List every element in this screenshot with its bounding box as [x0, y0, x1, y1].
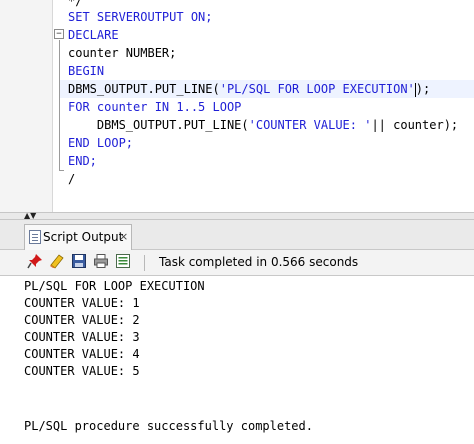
code-line-counter-declaration: counter NUMBER;: [68, 44, 176, 62]
panel-splitter[interactable]: ▲▼: [0, 212, 474, 220]
code-text: END LOOP;: [68, 136, 134, 150]
task-status-text: Task completed in 0.566 seconds: [159, 255, 359, 269]
code-line-end-loop: END LOOP;: [68, 134, 133, 152]
export-button[interactable]: [114, 253, 132, 271]
code-string-literal: 'COUNTER VALUE: ': [248, 118, 372, 132]
save-icon: [72, 254, 86, 268]
splitter-arrows-icon[interactable]: ▲▼: [24, 212, 36, 220]
export-icon: [116, 254, 130, 268]
output-line: COUNTER VALUE: 2: [24, 313, 140, 327]
code-text: FOR counter IN 1..5 LOOP: [68, 100, 242, 114]
print-icon: [94, 254, 108, 268]
clear-output-button[interactable]: [48, 253, 66, 271]
script-output-area[interactable]: PL/SQL FOR LOOP EXECUTION COUNTER VALUE:…: [0, 276, 474, 444]
code-string-literal: 'PL/SQL FOR LOOP EXECUTION': [219, 82, 415, 96]
code-line-end: END;: [68, 152, 97, 170]
code-suffix: );: [415, 82, 431, 96]
eraser-icon: [50, 254, 64, 269]
fold-guide-line: [59, 40, 60, 170]
fold-guide-end: [59, 170, 64, 171]
output-line: PL/SQL procedure successfully completed.: [24, 419, 313, 433]
output-line: COUNTER VALUE: 1: [24, 296, 140, 310]
output-line: COUNTER VALUE: 5: [24, 364, 140, 378]
output-line: COUNTER VALUE: 3: [24, 330, 140, 344]
code-line-put-line-title: DBMS_OUTPUT.PUT_LINE('PL/SQL FOR LOOP EX…: [68, 80, 430, 98]
code-text: DECLARE: [68, 28, 119, 42]
code-line-set-serveroutput: SET SERVEROUTPUT ON;: [68, 8, 213, 26]
code-text: SET SERVEROUTPUT ON;: [68, 10, 213, 24]
code-line-for-loop: FOR counter IN 1..5 LOOP: [68, 98, 241, 116]
output-tab-bar: Script Output ×: [0, 220, 474, 250]
gutter-divider: [52, 0, 53, 212]
fold-collapse-icon[interactable]: −: [54, 29, 64, 39]
code-line-slash: /: [68, 170, 75, 188]
code-prefix: DBMS_OUTPUT.PUT_LINE(: [68, 82, 220, 96]
editor-gutter: [0, 0, 52, 212]
toolbar-separator: [144, 255, 145, 271]
tab-script-output[interactable]: Script Output ×: [24, 224, 132, 250]
code-line-put-line-counter: DBMS_OUTPUT.PUT_LINE('COUNTER VALUE: '||…: [68, 116, 458, 134]
script-output-icon: [29, 230, 41, 244]
code-suffix: || counter);: [371, 118, 459, 132]
close-icon[interactable]: ×: [119, 225, 128, 249]
sql-editor[interactable]: − */ SET SERVEROUTPUT ON; DECLARE counte…: [0, 0, 474, 212]
save-button[interactable]: [70, 253, 88, 271]
output-line: PL/SQL FOR LOOP EXECUTION: [24, 279, 205, 293]
code-text: */: [68, 0, 83, 8]
code-text: counter NUMBER;: [68, 46, 177, 60]
code-line-declare: DECLARE: [68, 26, 119, 44]
code-line-begin: BEGIN: [68, 62, 104, 80]
code-text: /: [68, 172, 76, 186]
pin-icon: [27, 254, 42, 269]
code-prefix: DBMS_OUTPUT.PUT_LINE(: [96, 118, 249, 132]
code-text: END;: [68, 154, 97, 168]
output-line: COUNTER VALUE: 4: [24, 347, 140, 361]
pin-button[interactable]: [26, 253, 44, 271]
tab-label: Script Output: [43, 230, 124, 244]
output-toolbar: Task completed in 0.566 seconds: [0, 250, 474, 276]
code-text: BEGIN: [68, 64, 105, 78]
print-button[interactable]: [92, 253, 110, 271]
